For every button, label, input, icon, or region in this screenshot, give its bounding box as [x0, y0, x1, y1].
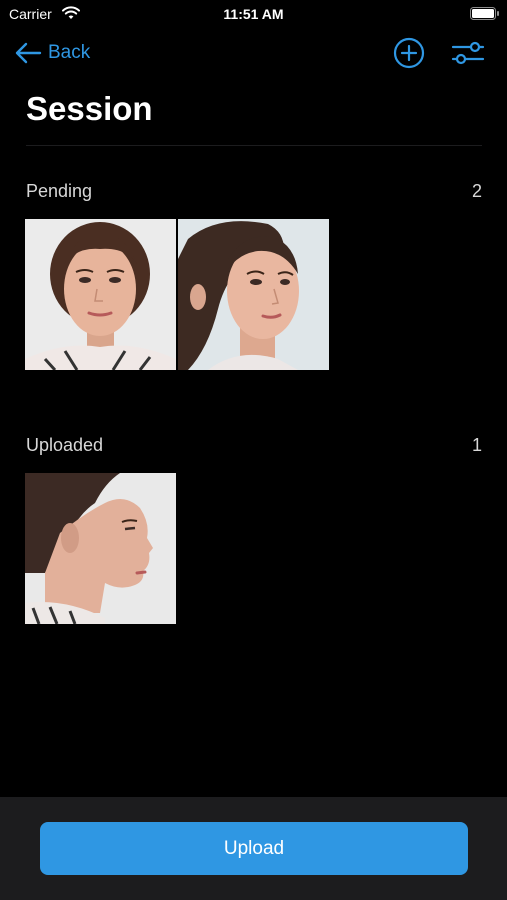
pending-photo-three-quarter[interactable]	[178, 219, 329, 370]
uploaded-photo-grid	[25, 473, 178, 624]
status-bar: Carrier 11:51 AM	[0, 0, 507, 30]
pending-count: 2	[471, 180, 482, 201]
plus-circle-icon[interactable]	[393, 37, 425, 69]
battery-icon	[470, 7, 499, 20]
uploaded-count: 1	[471, 434, 482, 455]
pending-photo-grid	[25, 219, 331, 370]
uploaded-photo-profile[interactable]	[25, 473, 176, 624]
pending-photo-frontal[interactable]	[25, 219, 176, 370]
pending-section-header: Pending 2	[26, 179, 482, 203]
uploaded-label: Uploaded	[26, 434, 104, 455]
upload-button[interactable]: Upload	[40, 822, 468, 875]
back-label: Back	[48, 42, 91, 63]
title-divider	[26, 145, 482, 146]
sliders-icon[interactable]	[451, 38, 485, 68]
status-time: 11:51 AM	[223, 6, 284, 22]
back-button[interactable]: Back	[14, 38, 90, 68]
uploaded-section-header: Uploaded 1	[26, 433, 482, 457]
arrow-left-icon	[15, 42, 42, 64]
bottom-bar: Upload	[0, 797, 507, 900]
page-title: Session	[26, 90, 153, 127]
pending-label: Pending	[26, 180, 93, 201]
